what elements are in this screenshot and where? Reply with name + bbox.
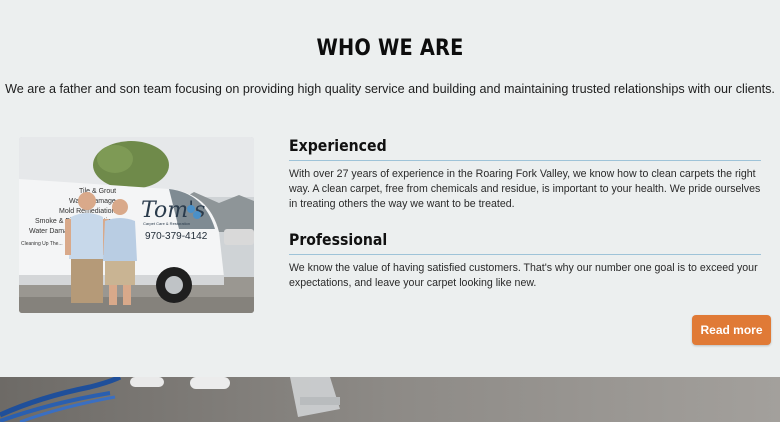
section-divider — [289, 160, 761, 161]
experienced-title: Experienced — [289, 136, 387, 155]
read-more-button[interactable]: Read more — [692, 315, 771, 345]
carpet-cleaning-banner — [0, 377, 780, 422]
who-we-are-section: WHO WE ARE We are a father and son team … — [0, 0, 780, 377]
svg-text:Tom's: Tom's — [141, 198, 205, 223]
professional-block: Professional We know the value of having… — [289, 230, 761, 291]
section-divider — [289, 254, 761, 255]
svg-text:970-379-4142: 970-379-4142 — [145, 231, 208, 242]
professional-text: We know the value of having satisfied cu… — [289, 262, 758, 289]
experienced-text: With over 27 years of experience in the … — [289, 168, 761, 210]
team-photo: Tom's Carpet Care & Restoration 970-379-… — [19, 137, 254, 313]
svg-text:Carpet Care & Restoration: Carpet Care & Restoration — [143, 221, 190, 226]
svg-text:Cleaning Up The...: Cleaning Up The... — [21, 241, 63, 247]
experienced-block: Experienced With over 27 years of experi… — [289, 136, 761, 212]
professional-title: Professional — [289, 230, 388, 249]
intro-text: We are a father and son team focusing on… — [5, 82, 775, 96]
section-heading: WHO WE ARE — [316, 36, 464, 61]
